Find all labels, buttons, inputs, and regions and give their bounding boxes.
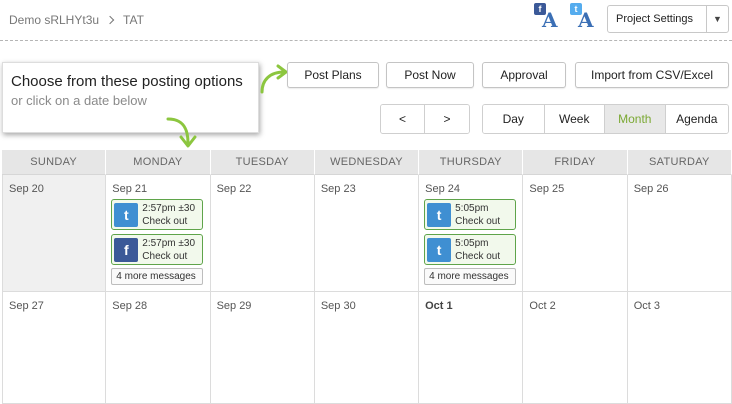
weekday-header: FRIDAY <box>523 150 628 175</box>
import-csv-button[interactable]: Import from CSV/Excel <box>575 62 729 88</box>
day-date: Oct 1 <box>425 300 453 312</box>
day-date: Sep 27 <box>9 300 44 312</box>
day-date: Sep 29 <box>216 300 252 312</box>
day-cell[interactable]: Sep 22 <box>210 175 315 292</box>
scheduled-message[interactable]: t 5:05pm Check out <box>424 199 517 230</box>
facebook-account-avatar[interactable]: f A <box>532 2 562 30</box>
breadcrumb-account[interactable]: Demo sRLHYt3u <box>9 13 99 27</box>
account-logo-icon: A <box>578 8 594 32</box>
breadcrumb: Demo sRLHYt3u TAT <box>9 13 144 27</box>
twitter-icon: t <box>427 202 452 227</box>
weekday-header: THURSDAY <box>419 150 524 175</box>
day-cell[interactable]: Sep 30 <box>314 292 420 404</box>
day-cell[interactable]: Sep 23 <box>314 175 420 292</box>
message-time: 2:57pm ±30 <box>142 237 196 249</box>
weekday-header: TUESDAY <box>210 150 315 175</box>
message-preview: 5:05pm Check out <box>455 202 500 228</box>
project-settings-dropdown[interactable]: Project Settings ▼ <box>607 5 729 33</box>
day-cell[interactable]: Sep 25 <box>523 175 628 292</box>
day-date: Sep 20 <box>9 183 44 195</box>
weekday-header: SUNDAY <box>2 150 107 175</box>
day-cell[interactable]: Sep 24 t 5:05pm Check out t 5:05pm Check… <box>419 175 524 292</box>
scheduled-message[interactable]: t 5:05pm Check out <box>424 234 517 265</box>
day-date: Sep 24 <box>425 183 460 195</box>
day-date: Sep 26 <box>633 183 669 195</box>
day-cell[interactable]: Sep 21 t 2:57pm ±30 Check out f 2:57pm ±… <box>106 175 211 292</box>
message-preview: 2:57pm ±30 Check out <box>142 237 195 263</box>
breadcrumb-page[interactable]: TAT <box>123 13 144 27</box>
chevron-down-icon[interactable]: ▼ <box>706 6 728 32</box>
day-date: Oct 3 <box>633 300 660 312</box>
project-settings-label: Project Settings <box>616 13 694 25</box>
callout-subtitle: or click on a date below <box>11 93 147 108</box>
chevron-right-icon <box>105 15 115 25</box>
account-icons: f A t A <box>532 2 598 30</box>
day-date: Oct 2 <box>529 300 556 312</box>
month-calendar: SUNDAY MONDAY TUESDAY WEDNESDAY THURSDAY… <box>2 150 732 404</box>
message-time: 2:57pm ±30 <box>142 202 196 214</box>
day-cell[interactable]: Sep 27 <box>2 292 107 404</box>
message-text: Check out <box>455 250 501 262</box>
next-button[interactable]: > <box>425 105 469 133</box>
day-cell[interactable]: Sep 26 <box>627 175 732 292</box>
message-preview: 2:57pm ±30 Check out <box>142 202 195 228</box>
day-date: Sep 30 <box>320 300 356 312</box>
day-date: Sep 21 <box>112 183 148 195</box>
day-cell[interactable]: Sep 28 <box>106 292 211 404</box>
account-logo-icon: A <box>542 8 558 32</box>
message-text: Check out <box>455 215 501 227</box>
prev-button[interactable]: < <box>381 105 426 133</box>
day-cell[interactable]: Sep 20 <box>2 175 107 292</box>
message-time: 5:05pm <box>455 237 489 249</box>
tab-day[interactable]: Day <box>483 105 545 133</box>
post-now-button[interactable]: Post Now <box>386 62 474 88</box>
weekday-header-row: SUNDAY MONDAY TUESDAY WEDNESDAY THURSDAY… <box>2 150 732 175</box>
scheduled-message[interactable]: t 2:57pm ±30 Check out <box>111 199 204 230</box>
day-cell[interactable]: Oct 3 <box>627 292 732 404</box>
more-messages-button[interactable]: 4 more messages <box>424 268 517 285</box>
weekday-header: MONDAY <box>106 150 211 175</box>
message-time: 5:05pm <box>455 202 489 214</box>
view-switcher: Day Week Month Agenda <box>482 104 729 134</box>
date-navigation: < > <box>380 104 470 134</box>
facebook-icon: f <box>114 237 139 262</box>
message-text: Check out <box>142 215 188 227</box>
tab-week[interactable]: Week <box>544 105 606 133</box>
header-divider <box>0 40 732 41</box>
weekday-header: SATURDAY <box>627 150 732 175</box>
week-row: Sep 20 Sep 21 t 2:57pm ±30 Check out f 2… <box>2 175 732 292</box>
week-row: Sep 27 Sep 28 Sep 29 Sep 30 Oct 1 Oct 2 … <box>2 292 732 404</box>
day-date: Sep 28 <box>112 300 148 312</box>
day-date: Sep 23 <box>320 183 356 195</box>
arrow-right-icon <box>260 64 288 94</box>
tab-month[interactable]: Month <box>605 105 666 133</box>
twitter-icon: t <box>427 237 452 262</box>
scheduled-message[interactable]: f 2:57pm ±30 Check out <box>111 234 204 265</box>
day-cell[interactable]: Oct 1 <box>419 292 524 404</box>
twitter-account-avatar[interactable]: t A <box>568 2 598 30</box>
posting-options-callout: Choose from these posting options or cli… <box>2 62 259 133</box>
day-cell[interactable]: Sep 29 <box>210 292 315 404</box>
message-preview: 5:05pm Check out <box>455 237 500 263</box>
arrow-down-icon <box>166 117 197 148</box>
tab-agenda[interactable]: Agenda <box>665 105 728 133</box>
post-plans-button[interactable]: Post Plans <box>287 62 379 88</box>
twitter-icon: t <box>114 202 139 227</box>
approval-button[interactable]: Approval <box>482 62 566 88</box>
weekday-header: WEDNESDAY <box>314 150 420 175</box>
callout-title: Choose from these posting options <box>11 73 243 90</box>
day-date: Sep 25 <box>529 183 565 195</box>
day-date: Sep 22 <box>216 183 252 195</box>
day-cell[interactable]: Oct 2 <box>523 292 628 404</box>
more-messages-button[interactable]: 4 more messages <box>111 268 204 285</box>
message-text: Check out <box>142 250 188 262</box>
